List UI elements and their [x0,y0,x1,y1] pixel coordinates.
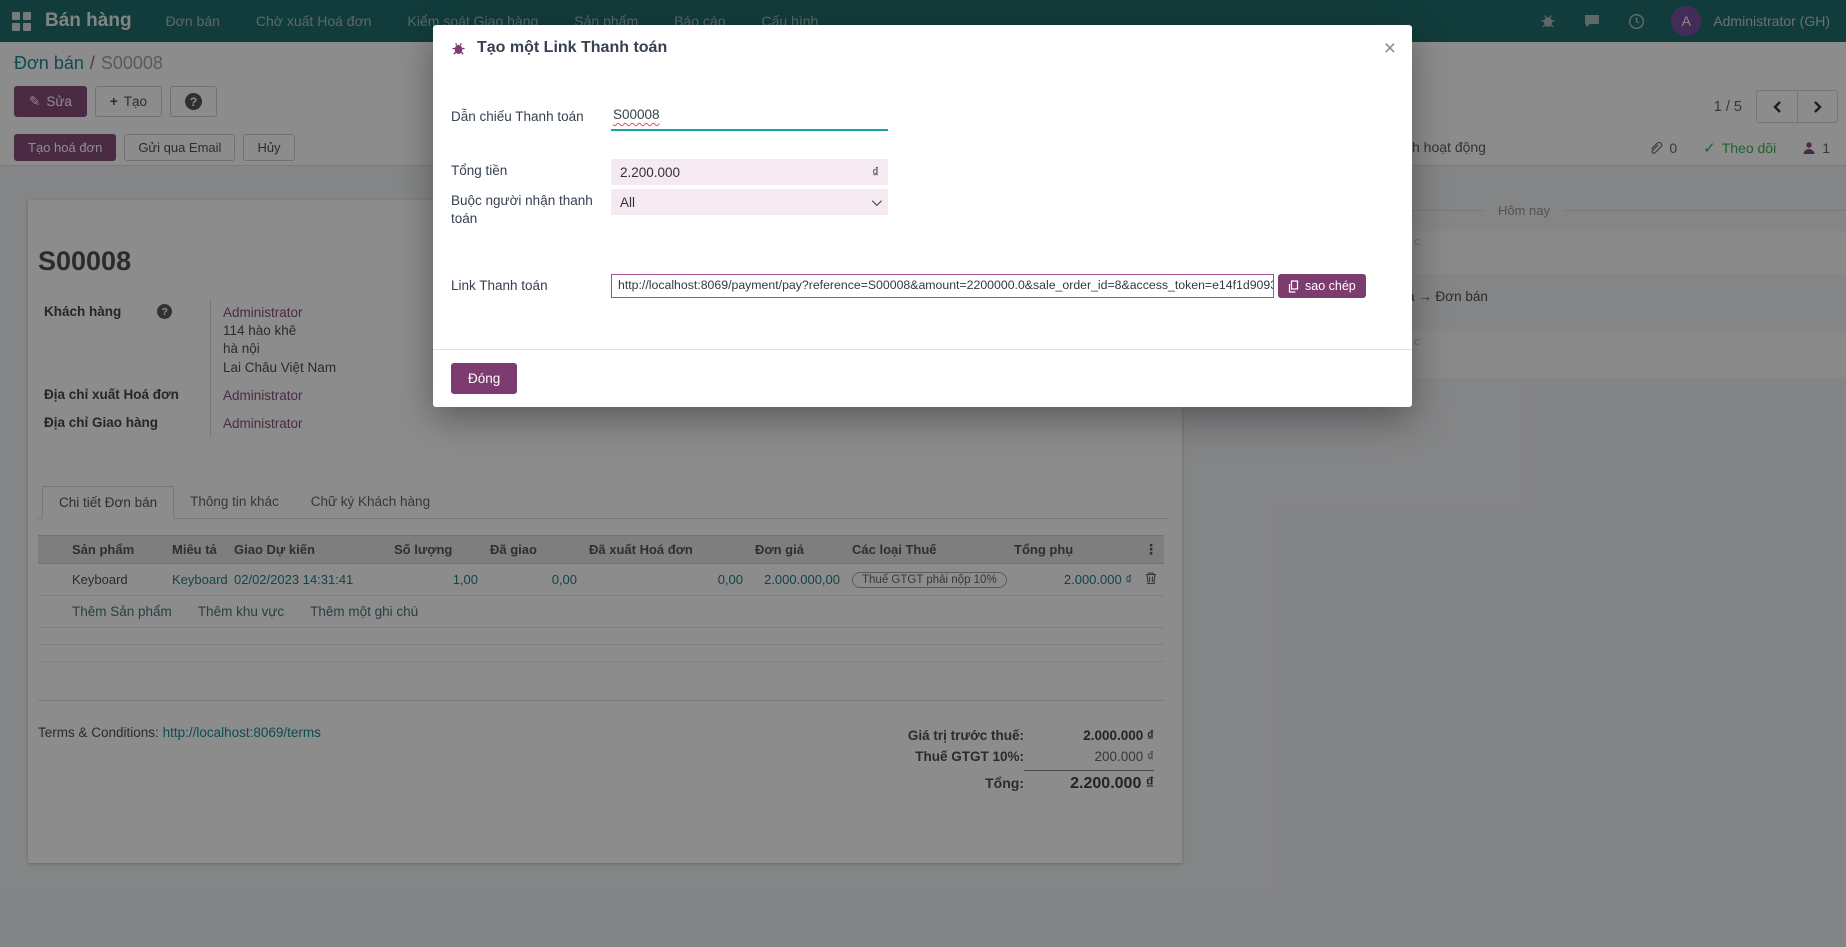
payment-reference-label: Dẫn chiếu Thanh toán [451,105,601,159]
force-recipient-select[interactable]: All [611,189,888,215]
currency-symbol: ₫ [872,165,879,180]
copy-icon [1288,280,1299,293]
modal-body: Dẫn chiếu Thanh toán S00008 Tổng tiền 2.… [433,71,1412,349]
amount-field[interactable]: 2.200.000 ₫ [611,159,888,185]
amount-label: Tổng tiền [451,159,601,185]
modal-title: Tạo một Link Thanh toán [477,39,667,57]
payment-link-input[interactable]: http://localhost:8069/payment/pay?refere… [611,274,1274,298]
force-recipient-label: Buộc người nhận thanh toán [451,189,601,228]
close-dialog-button[interactable]: Đóng [451,363,517,394]
modal-header: Tạo một Link Thanh toán × [433,25,1412,71]
close-icon[interactable]: × [1384,38,1396,59]
chevron-down-icon [872,196,882,206]
payment-link-dialog: Tạo một Link Thanh toán × Dẫn chiếu Than… [433,25,1412,407]
payment-reference-input[interactable]: S00008 [611,105,888,131]
copy-link-button[interactable]: sao chép [1278,274,1366,298]
bug-icon [451,41,466,56]
payment-link-label: Link Thanh toán [451,274,601,298]
modal-footer: Đóng [433,349,1412,407]
